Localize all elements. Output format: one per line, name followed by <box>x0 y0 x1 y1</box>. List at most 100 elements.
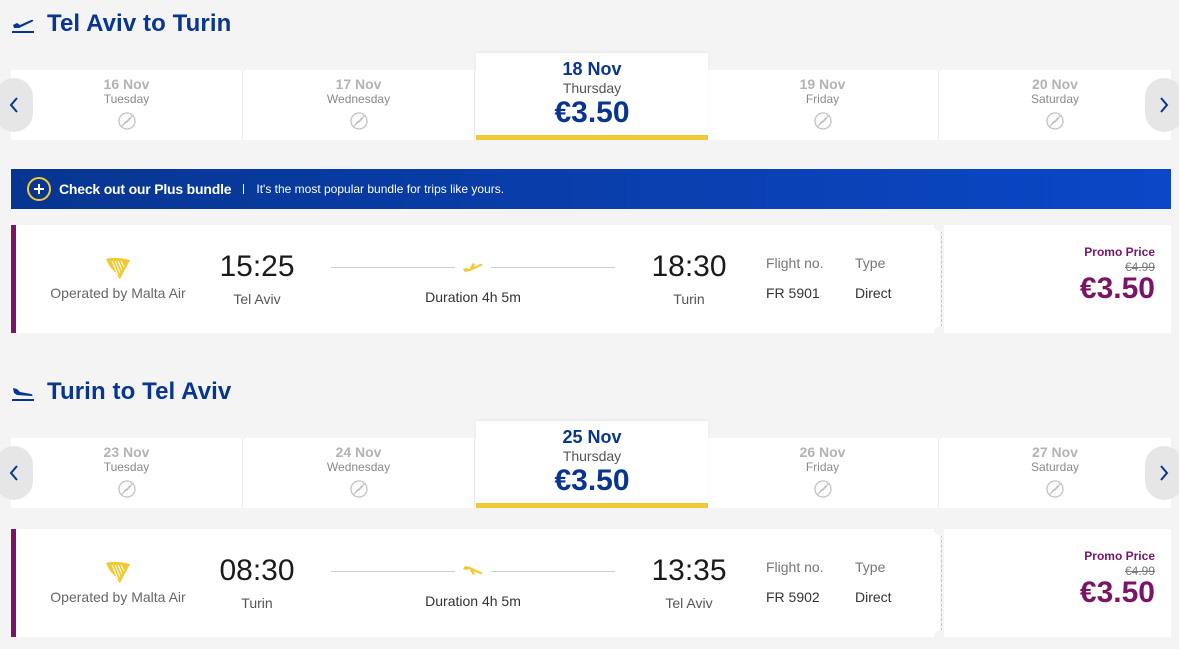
departure-time: 08:30 <box>219 554 295 587</box>
arrival: 13:35 Tel Aviv <box>629 553 749 611</box>
flight-number-value: FR 5902 <box>766 589 820 605</box>
chevron-right-icon <box>1160 97 1169 113</box>
outbound-header: Tel Aviv to Turin <box>11 10 231 38</box>
plane-icon <box>463 263 483 272</box>
flight-type-value: Direct <box>855 589 892 605</box>
weekday-label: Saturday <box>1030 460 1080 474</box>
weekday-label: Wednesday <box>326 92 391 106</box>
banner-title: Check out our Plus bundle <box>59 181 232 197</box>
current-price: €3.50 <box>1079 576 1155 609</box>
inbound-header: Turin to Tel Aviv <box>11 378 231 406</box>
operator-label: Operated by Malta Air <box>50 285 186 301</box>
date-label: 23 Nov <box>103 444 150 460</box>
inbound-title: Turin to Tel Aviv <box>47 378 232 405</box>
flight-type-label: Type <box>855 559 886 575</box>
no-flights-icon <box>349 112 368 130</box>
weekday-label: Thursday <box>562 448 622 464</box>
date-label: 25 Nov <box>562 427 622 447</box>
outbound-date-16-nov[interactable]: 16 Nov Tuesday <box>11 70 243 140</box>
no-flights-icon <box>1046 112 1064 130</box>
weekday-label: Friday <box>805 460 840 474</box>
current-price: €3.50 <box>1079 272 1155 305</box>
inbound-date-25-nov-selected[interactable]: 25 Nov Thursday €3.50 <box>476 421 708 508</box>
departure-time: 15:25 <box>219 250 295 283</box>
weekday-label: Friday <box>805 92 840 106</box>
date-label: 20 Nov <box>1032 76 1078 92</box>
plus-bundle-banner[interactable]: Check out our Plus bundle It's the most … <box>11 169 1171 209</box>
date-label: 24 Nov <box>335 444 382 460</box>
flight-type-value: Direct <box>855 285 892 301</box>
selected-indicator <box>476 503 708 508</box>
weekday-label: Wednesday <box>326 460 391 474</box>
date-price: €3.50 <box>554 96 630 129</box>
departure-city: Turin <box>241 595 273 611</box>
harp-logo-icon <box>106 561 130 583</box>
departure: 08:30 Turin <box>197 553 317 611</box>
promo-price-label: Promo Price <box>1084 245 1155 259</box>
outbound-date-18-nov-selected[interactable]: 18 Nov Thursday €3.50 <box>476 53 708 140</box>
flight-duration: Duration 4h 5m <box>425 593 521 609</box>
outbound-date-20-nov[interactable]: 20 Nov Saturday <box>939 70 1171 140</box>
no-flights-icon <box>813 112 832 130</box>
no-flights-icon <box>813 480 832 498</box>
selected-indicator <box>476 135 708 140</box>
inbound-date-23-nov[interactable]: 23 Nov Tuesday <box>11 438 243 508</box>
chevron-right-icon <box>1160 465 1169 481</box>
weekday-label: Tuesday <box>103 460 150 474</box>
operator: Operated by Malta Air <box>48 559 188 605</box>
date-label: 18 Nov <box>562 59 622 79</box>
outbound-date-19-nov[interactable]: 19 Nov Friday <box>707 70 939 140</box>
flight-type: Type Direct <box>855 559 892 605</box>
date-label: 27 Nov <box>1032 444 1078 460</box>
landing-icon <box>12 388 34 401</box>
outbound-date-17-nov[interactable]: 17 Nov Wednesday <box>243 70 475 140</box>
inbound-next-dates-button[interactable] <box>1145 446 1179 500</box>
banner-description: It's the most popular bundle for trips l… <box>256 182 505 196</box>
promo-price-label: Promo Price <box>1084 549 1155 563</box>
arrival-time: 18:30 <box>651 250 727 283</box>
weekday-label: Saturday <box>1030 92 1080 106</box>
no-flights-icon <box>1046 480 1064 498</box>
no-flights-icon <box>349 480 368 498</box>
no-flights-icon <box>117 480 136 498</box>
flight-number: Flight no. FR 5902 <box>766 559 824 605</box>
date-label: 17 Nov <box>335 76 382 92</box>
no-flights-icon <box>117 112 136 130</box>
arrival-time: 13:35 <box>651 554 727 587</box>
route-line: Duration 4h 5m <box>331 261 615 305</box>
departure-city: Tel Aviv <box>233 291 281 307</box>
outbound-flight-card[interactable]: Operated by Malta Air 15:25 Tel Aviv Dur… <box>11 225 1171 333</box>
outbound-next-dates-button[interactable] <box>1145 78 1179 132</box>
date-label: 19 Nov <box>799 76 846 92</box>
departure: 15:25 Tel Aviv <box>197 249 317 307</box>
arrival: 18:30 Turin <box>629 249 749 307</box>
arrival-city: Turin <box>673 291 705 307</box>
price-panel: Promo Price €4.99 €3.50 <box>944 225 1171 333</box>
weekday-label: Thursday <box>562 80 622 96</box>
price-panel: Promo Price €4.99 €3.50 <box>944 529 1171 637</box>
harp-logo-icon <box>106 257 130 279</box>
date-label: 16 Nov <box>103 76 150 92</box>
route-line: Duration 4h 5m <box>331 565 615 609</box>
inbound-date-selector: 23 Nov Tuesday 24 Nov Wednesday 25 Nov T… <box>0 421 1179 508</box>
date-price: €3.50 <box>554 464 630 497</box>
date-label: 26 Nov <box>799 444 846 460</box>
flight-number-value: FR 5901 <box>766 285 820 301</box>
inbound-flight-card[interactable]: Operated by Malta Air 08:30 Turin Durati… <box>11 529 1171 637</box>
flight-details: Operated by Malta Air 15:25 Tel Aviv Dur… <box>11 225 940 333</box>
banner-separator <box>243 184 245 194</box>
inbound-date-27-nov[interactable]: 27 Nov Saturday <box>939 438 1171 508</box>
flight-number-label: Flight no. <box>766 255 824 271</box>
operator: Operated by Malta Air <box>48 255 188 301</box>
inbound-date-24-nov[interactable]: 24 Nov Wednesday <box>243 438 475 508</box>
outbound-date-selector: 16 Nov Tuesday 17 Nov Wednesday 18 Nov T… <box>0 53 1179 140</box>
weekday-label: Tuesday <box>103 92 150 106</box>
flight-type-label: Type <box>855 255 886 271</box>
flight-type: Type Direct <box>855 255 892 301</box>
arrival-city: Tel Aviv <box>665 595 713 611</box>
flight-duration: Duration 4h 5m <box>425 289 521 305</box>
plane-icon <box>463 566 483 575</box>
outbound-title: Tel Aviv to Turin <box>47 10 232 37</box>
flight-details: Operated by Malta Air 08:30 Turin Durati… <box>11 529 940 637</box>
inbound-date-26-nov[interactable]: 26 Nov Friday <box>707 438 939 508</box>
